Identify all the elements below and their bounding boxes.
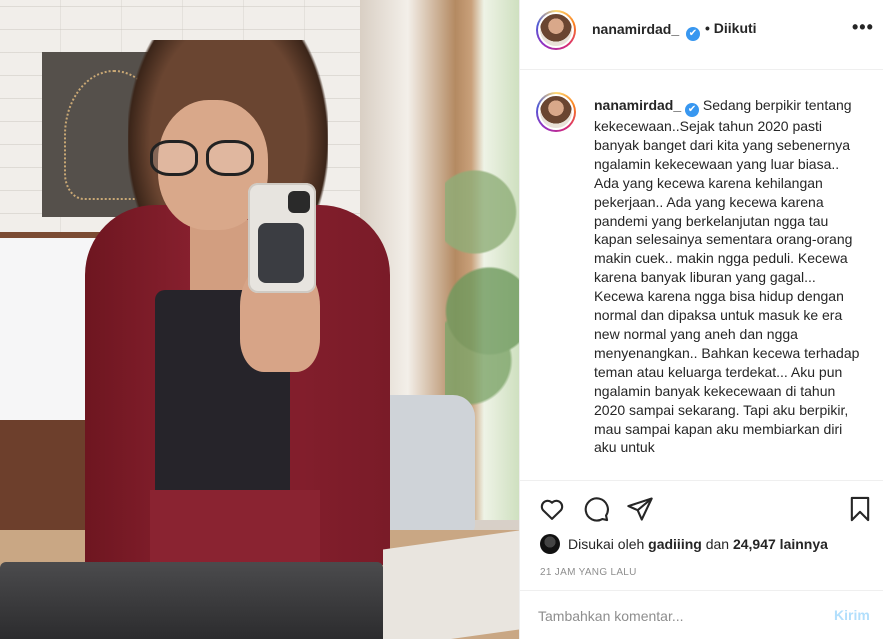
liker-username[interactable]: gadiiing <box>648 536 702 552</box>
caption-username[interactable]: nanamirdad_ <box>594 97 681 113</box>
paper-plane-icon[interactable] <box>626 495 654 523</box>
post-details-panel: nanamirdad_ ✔ • Diikuti ••• nanamirdad_ … <box>519 0 883 639</box>
likes-prefix: Disukai oleh <box>568 536 645 552</box>
post-timestamp[interactable]: 21 JAM YANG LALU <box>540 567 637 578</box>
comment-bar: Kirim <box>520 590 883 639</box>
bookmark-icon[interactable] <box>846 495 874 523</box>
photo-person-pants <box>150 490 320 565</box>
photo-person-neck <box>190 220 250 290</box>
caption-text: Sedang berpikir tentang kekecewaan..Seja… <box>594 97 860 456</box>
likes-summary: Disukai oleh gadiiing dan 24,947 lainnya <box>540 534 828 556</box>
post-header: nanamirdad_ ✔ • Diikuti ••• <box>520 0 883 70</box>
author-username[interactable]: nanamirdad_ <box>592 21 679 37</box>
caption-verified-icon: ✔ <box>685 103 700 117</box>
photo-laptop <box>0 562 383 639</box>
send-comment-button[interactable]: Kirim <box>834 607 870 623</box>
post-photo[interactable] <box>0 0 519 639</box>
photo-phone <box>248 183 316 293</box>
photo-paper <box>383 530 519 639</box>
author-avatar[interactable] <box>536 10 576 50</box>
comment-input[interactable] <box>538 605 818 627</box>
photo-person-glasses <box>150 140 260 180</box>
caption-section: nanamirdad_ ✔ Sedang berpikir tentang ke… <box>520 70 883 480</box>
likes-count[interactable]: 24,947 lainnya <box>733 536 828 552</box>
comment-icon[interactable] <box>582 495 610 523</box>
likes-joiner: dan <box>705 536 730 552</box>
liker-avatar[interactable] <box>540 534 560 554</box>
more-options-icon[interactable]: ••• <box>852 17 874 38</box>
caption-avatar[interactable] <box>536 92 576 132</box>
heart-icon[interactable] <box>538 495 566 523</box>
post-caption: nanamirdad_ ✔ Sedang berpikir tentang ke… <box>594 96 864 457</box>
follow-status[interactable]: • Diikuti <box>705 20 757 36</box>
photo-plants <box>445 80 519 410</box>
verified-badge: ✔ <box>686 21 700 41</box>
verified-icon: ✔ <box>686 27 700 41</box>
